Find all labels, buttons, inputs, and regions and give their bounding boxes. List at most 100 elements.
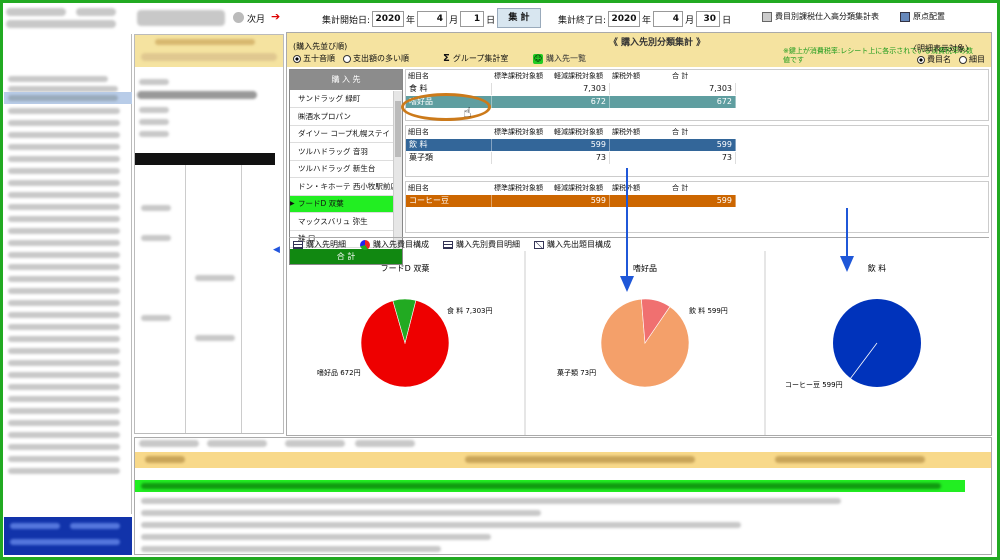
sidebar-row[interactable] [4,358,132,368]
layout-button[interactable]: 原点配置 [900,11,945,22]
order-option1-label: 五十音順 [303,54,335,63]
sidebar-row[interactable] [4,106,132,116]
sidebar-row[interactable] [4,382,132,392]
store-item[interactable]: サンドラッグ 緑町 [290,91,393,108]
table-cell-total: 599 [670,195,736,207]
sidebar-row[interactable] [4,226,132,236]
tab-buyer-composition[interactable]: 購入先費目構成 [360,239,429,250]
pie-slice-label: 食 料 7,303円 [447,306,493,315]
person-icon: ☺ [533,53,543,64]
store-item[interactable]: ドン・キホーテ 西小牧駅前店 [290,179,393,196]
tab-buyer-item-detail-label: 購入先別費目明細 [456,240,520,249]
sidebar-row[interactable] [4,334,132,344]
sidebar-row[interactable] [4,322,132,332]
sidebar-row[interactable] [4,214,132,224]
sidebar-row[interactable] [4,406,132,416]
sidebar-row[interactable] [4,442,132,452]
table-cell-name: 飲 料 [406,139,492,151]
sidebar-row[interactable] [4,430,132,440]
sidebar-row[interactable] [4,130,132,140]
detail-target-label: 〈明細表示対象〉 [909,44,973,53]
detail-option1-radio[interactable]: 費目名 [917,54,951,65]
tab-buyer-outgo[interactable]: 購入先出題目構成 [534,239,611,250]
sidebar-row[interactable] [4,310,132,320]
sidebar-row-selected[interactable] [4,92,132,104]
group-summary-button[interactable]: Σ グループ集計室 [443,53,508,64]
store-item-label: ダイソー コープ札幌ステイ [298,129,390,138]
end-date-label: 集計終了日: [558,15,607,26]
sidebar-row[interactable] [4,466,132,476]
table-row[interactable]: コーヒー豆 599 599 [406,195,736,207]
aggregate-button[interactable]: 集 計 [497,8,541,28]
detail-option2-radio[interactable]: 細目 [959,54,985,65]
group-summary-label: グループ集計室 [452,54,509,63]
toolbar-left-blurred [6,6,136,30]
table-header-cell: 課税外額 [612,128,640,136]
start-date-group: 集計開始日: 2020 年 4 月 1 日 [322,10,495,28]
sidebar-row[interactable] [4,418,132,428]
report-icon [762,11,772,22]
toolbar-blurred-button[interactable] [137,10,225,26]
sidebar-row[interactable] [4,394,132,404]
report-button[interactable]: 費目別課税仕入高分類集計表 [762,11,879,22]
store-list-scrollbar[interactable] [393,91,402,249]
order-option2-radio[interactable]: 支出額の多い順 [343,53,409,64]
tab-buyer-detail[interactable]: 購入先明細 [293,239,346,250]
sidebar-row[interactable] [4,250,132,260]
buyer-list-button[interactable]: ☺ 購入先一覧 [533,53,586,64]
table-header-cell: 軽減課税対象額 [554,128,603,136]
table-row[interactable]: 飲 料 599 599 [406,139,736,151]
collapse-arrow-icon[interactable]: ◀ [273,245,281,255]
table-header-cell: 細目名 [408,184,429,192]
sidebar-row[interactable] [4,454,132,464]
radio-unchecked-icon [343,54,351,63]
start-month-field[interactable]: 4 [417,11,448,27]
sidebar-row[interactable] [4,190,132,200]
sidebar-row[interactable] [4,142,132,152]
end-month-field[interactable]: 4 [653,11,684,27]
tab-buyer-item-detail[interactable]: 購入先別費目明細 [443,239,520,250]
sidebar-row[interactable] [4,274,132,284]
bottom-table [134,437,992,555]
store-item[interactable]: ▶ フードD 双葉 [290,196,393,213]
table-cell-reduced: 599 [552,195,610,207]
store-item[interactable]: ㈱酒水プロパン [290,109,393,126]
end-year-field[interactable]: 2020 [608,11,641,27]
sidebar-row[interactable] [4,202,132,212]
end-day-field[interactable]: 30 [696,11,721,27]
order-option1-radio[interactable]: 五十音順 [293,53,335,64]
bottom-selected-row[interactable] [135,480,965,492]
store-item[interactable]: ダイソー コープ札幌ステイ [290,126,393,143]
next-month-button[interactable]: 次月 ➔ [233,10,293,26]
store-item[interactable]: ツルハドラッグ 新生台 [290,161,393,178]
day-kanji: 日 [486,15,496,26]
sidebar-row[interactable] [4,166,132,176]
table-cell-total: 7,303 [670,83,736,95]
sidebar-row[interactable] [4,262,132,272]
store-item[interactable]: ツルハドラッグ 音羽 [290,144,393,161]
store-item[interactable]: マックスバリュ 弥生 [290,214,393,231]
sidebar-row[interactable] [4,178,132,188]
scrollbar-thumb[interactable] [395,101,401,157]
sidebar-row[interactable] [4,118,132,128]
sidebar-row[interactable] [4,370,132,380]
sidebar-row[interactable] [4,74,132,84]
detail-option2-label: 細目 [969,55,985,64]
year-kanji: 年 [406,15,416,26]
end-year-kanji: 年 [642,15,652,26]
table-row[interactable]: 菓子類 73 73 [406,152,736,164]
start-year-field[interactable]: 2020 [372,11,405,27]
start-date-label: 集計開始日: [322,15,371,26]
table-cell-reduced: 672 [552,96,610,108]
start-day-field[interactable]: 1 [460,11,485,27]
left-sidebar [4,34,132,514]
sidebar-row[interactable] [4,346,132,356]
sidebar-row[interactable] [4,286,132,296]
sidebar-row[interactable] [4,154,132,164]
category-table: 細目名 標準課税対象額 軽減課税対象額 課税外額合 計食 料 7,303 7,303 嗜好品… [405,69,989,121]
sidebar-row[interactable] [4,298,132,308]
bottom-tabs [135,438,991,450]
bottom-rows [135,496,965,556]
prev-icon [233,12,244,23]
sidebar-row[interactable] [4,238,132,248]
